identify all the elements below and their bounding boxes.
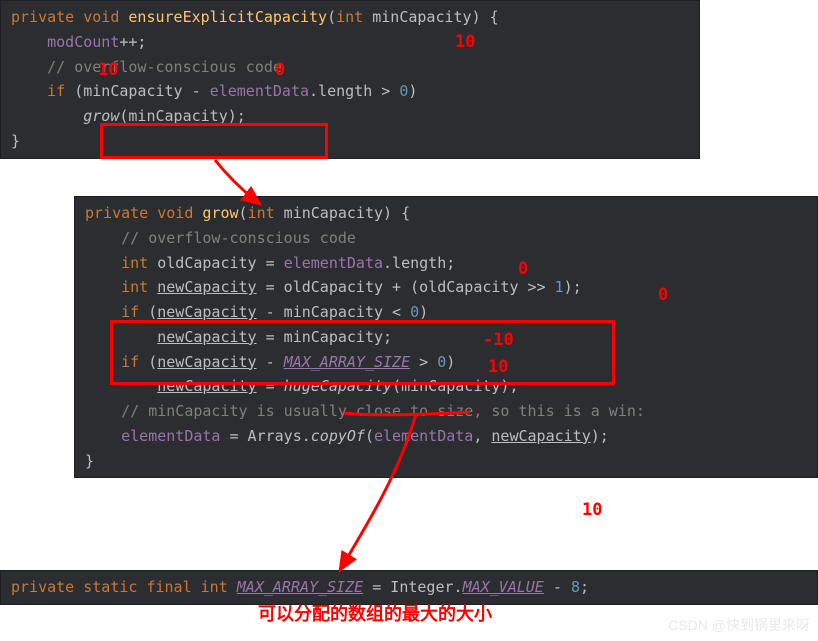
annotation-value: 10: [98, 56, 118, 84]
code-block: private static final int MAX_ARRAY_SIZE …: [1, 575, 817, 600]
annotation-value: 10: [488, 353, 508, 381]
annotation-value: 0: [658, 281, 668, 309]
code-block: private void grow(int minCapacity) { // …: [75, 201, 817, 473]
annotation-value: 0: [518, 255, 528, 283]
watermark: CSDN @快到锅里来呀: [668, 614, 810, 637]
annotation-value: 0: [275, 56, 285, 84]
annotation-caption: 可以分配的数组的最大的大小: [258, 600, 492, 630]
annotation-value: -10: [483, 326, 514, 354]
annotation-value: 10: [582, 496, 602, 524]
annotation-value: 10: [455, 28, 475, 56]
code-panel-grow: private void grow(int minCapacity) { // …: [74, 196, 818, 478]
